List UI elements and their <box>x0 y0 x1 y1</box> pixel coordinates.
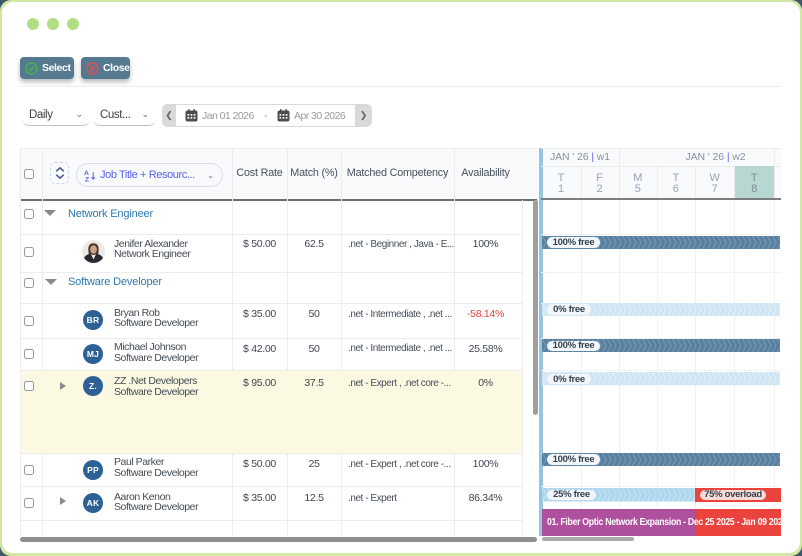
svg-text:Z: Z <box>85 176 89 181</box>
